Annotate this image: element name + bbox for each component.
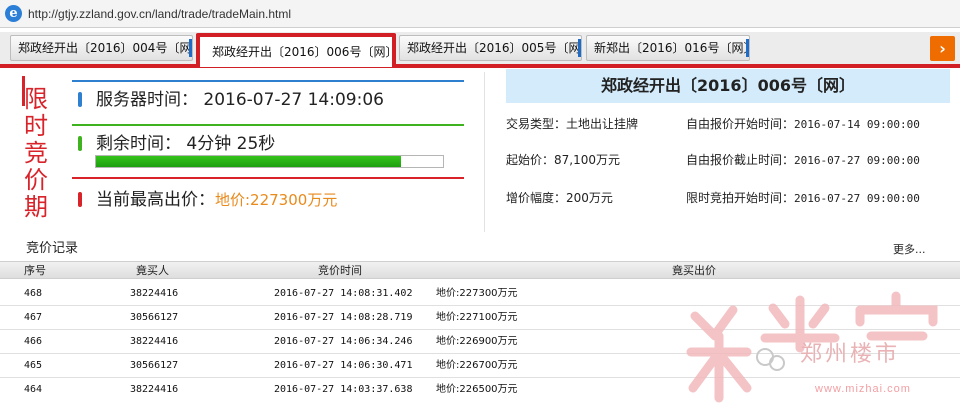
remaining-value: 4分钟 25秒 (186, 134, 276, 154)
tab-divider (746, 39, 749, 57)
cell-price: 地价:227300万元 (436, 288, 518, 299)
highest-bid-row: 当前最高出价：地价:227300万元 (72, 184, 464, 218)
watermark-name: 郑州楼市 (800, 342, 901, 367)
auto-end-value: 2016-07-27 09:00:00 (794, 154, 920, 167)
cell-price: 地价:226900万元 (436, 336, 518, 347)
tab-label: 新郑出〔2016〕016号〔网〕 (594, 41, 750, 55)
tab-004[interactable]: 郑政经开出〔2016〕004号〔网〕 (10, 35, 193, 61)
lot-title: 郑政经开出〔2016〕006号〔网〕 (506, 69, 950, 103)
progress-fill (96, 156, 402, 167)
cell-time: 2016-07-27 14:03:37.638 (274, 384, 413, 395)
cell-no: 464 (24, 384, 43, 395)
auto-end-label: 自由报价截止时间： (686, 153, 795, 167)
cell-time: 2016-07-27 14:06:30.471 (274, 360, 413, 371)
increment: 增价幅度：200万元 (506, 191, 613, 205)
tab-label: 郑政经开出〔2016〕006号〔网〕 (212, 45, 396, 59)
ie-browser-icon: e (5, 5, 22, 22)
trade-type: 交易类型：土地出让挂牌 (506, 117, 638, 131)
auto-end-time: 自由报价截止时间：2016-07-27 09:00:00 (686, 153, 920, 168)
start-price-label: 起始价： (506, 153, 555, 167)
table-row: 468 38224416 2016-07-27 14:08:31.402 地价:… (0, 282, 960, 306)
remaining-text: 剩余时间： 4分钟 25秒 (96, 134, 275, 154)
limit-start-label: 限时竞拍开始时间： (686, 191, 795, 205)
cell-price: 地价:227100万元 (436, 312, 518, 323)
tab-label: 郑政经开出〔2016〕004号〔网〕 (18, 41, 193, 55)
tab-005[interactable]: 郑政经开出〔2016〕005号〔网〕 (399, 35, 582, 61)
remaining-progress-bar (95, 155, 444, 168)
auto-start-label: 自由报价开始时间： (686, 117, 795, 131)
cell-bidder: 30566127 (130, 312, 179, 323)
bidding-period-label: 限时竞价期 (24, 85, 48, 221)
limit-start-value: 2016-07-27 09:00:00 (794, 192, 920, 205)
auto-start-time: 自由报价开始时间：2016-07-14 09:00:00 (686, 117, 920, 132)
increment-label: 增价幅度： (506, 191, 567, 205)
panel-divider (484, 72, 485, 232)
separator-green (72, 124, 464, 126)
tab-underline (0, 64, 960, 68)
records-table-header: 序号 竟买人 竞价时间 竟买出价 (0, 261, 960, 279)
trade-type-value: 土地出让挂牌 (566, 117, 639, 131)
bid-records-title: 竞价记录 (26, 241, 79, 256)
cell-no: 465 (24, 360, 43, 371)
col-header-bidder: 竟买人 (136, 264, 169, 277)
cell-no: 467 (24, 312, 43, 323)
start-price-value: 87,100万元 (554, 153, 621, 167)
cell-no: 468 (24, 288, 43, 299)
cell-time: 2016-07-27 14:08:31.402 (274, 288, 413, 299)
server-time-label: 服务器时间： (96, 90, 198, 110)
cell-price: 地价:226700万元 (436, 360, 518, 371)
col-header-no: 序号 (24, 264, 46, 277)
cell-time: 2016-07-27 14:08:28.719 (274, 312, 413, 323)
green-indicator-icon (78, 136, 82, 151)
tab-divider (578, 39, 581, 57)
col-header-price: 竟买出价 (672, 264, 716, 277)
limit-start-time: 限时竞拍开始时间：2016-07-27 09:00:00 (686, 191, 920, 206)
server-time-row: 服务器时间： 2016-07-27 14:09:06 (72, 84, 464, 118)
separator-red (72, 177, 464, 179)
red-indicator-icon (78, 192, 82, 207)
cell-bidder: 38224416 (130, 384, 179, 395)
auto-start-value: 2016-07-14 09:00:00 (794, 118, 920, 131)
highest-bid-value: 地价:227300万元 (215, 191, 338, 209)
url-text[interactable]: http://gtjy.zzland.gov.cn/land/trade/tra… (28, 7, 291, 21)
cell-bidder: 30566127 (130, 360, 179, 371)
start-price: 起始价：87,100万元 (506, 153, 620, 167)
separator-blue (72, 80, 464, 82)
trade-type-label: 交易类型： (506, 117, 567, 131)
tab-006[interactable]: 郑政经开出〔2016〕006号〔网〕 (196, 33, 396, 67)
server-time-value: 2016-07-27 14:09:06 (203, 90, 384, 110)
highest-bid-label: 当前最高出价： (96, 190, 215, 210)
server-time-text: 服务器时间： 2016-07-27 14:09:06 (96, 90, 384, 110)
highest-bid-text: 当前最高出价：地价:227300万元 (96, 190, 337, 210)
table-row: 467 30566127 2016-07-27 14:08:28.719 地价:… (0, 306, 960, 330)
cell-bidder: 38224416 (130, 288, 179, 299)
cell-price: 地价:226500万元 (436, 384, 518, 395)
tab-label: 郑政经开出〔2016〕005号〔网〕 (407, 41, 582, 55)
more-link[interactable]: 更多... (893, 243, 926, 257)
col-header-time: 竞价时间 (318, 264, 362, 277)
blue-indicator-icon (78, 92, 82, 107)
cell-no: 466 (24, 336, 43, 347)
cell-bidder: 38224416 (130, 336, 179, 347)
chevron-right-icon[interactable]: › (930, 36, 955, 61)
tab-divider (189, 39, 192, 57)
address-bar[interactable]: e http://gtjy.zzland.gov.cn/land/trade/t… (0, 0, 960, 28)
cell-time: 2016-07-27 14:06:34.246 (274, 336, 413, 347)
increment-value: 200万元 (566, 191, 613, 205)
watermark-site: www.mizhai.com (815, 383, 911, 395)
remaining-label: 剩余时间： (96, 134, 181, 154)
tab-016[interactable]: 新郑出〔2016〕016号〔网〕 (586, 35, 750, 61)
